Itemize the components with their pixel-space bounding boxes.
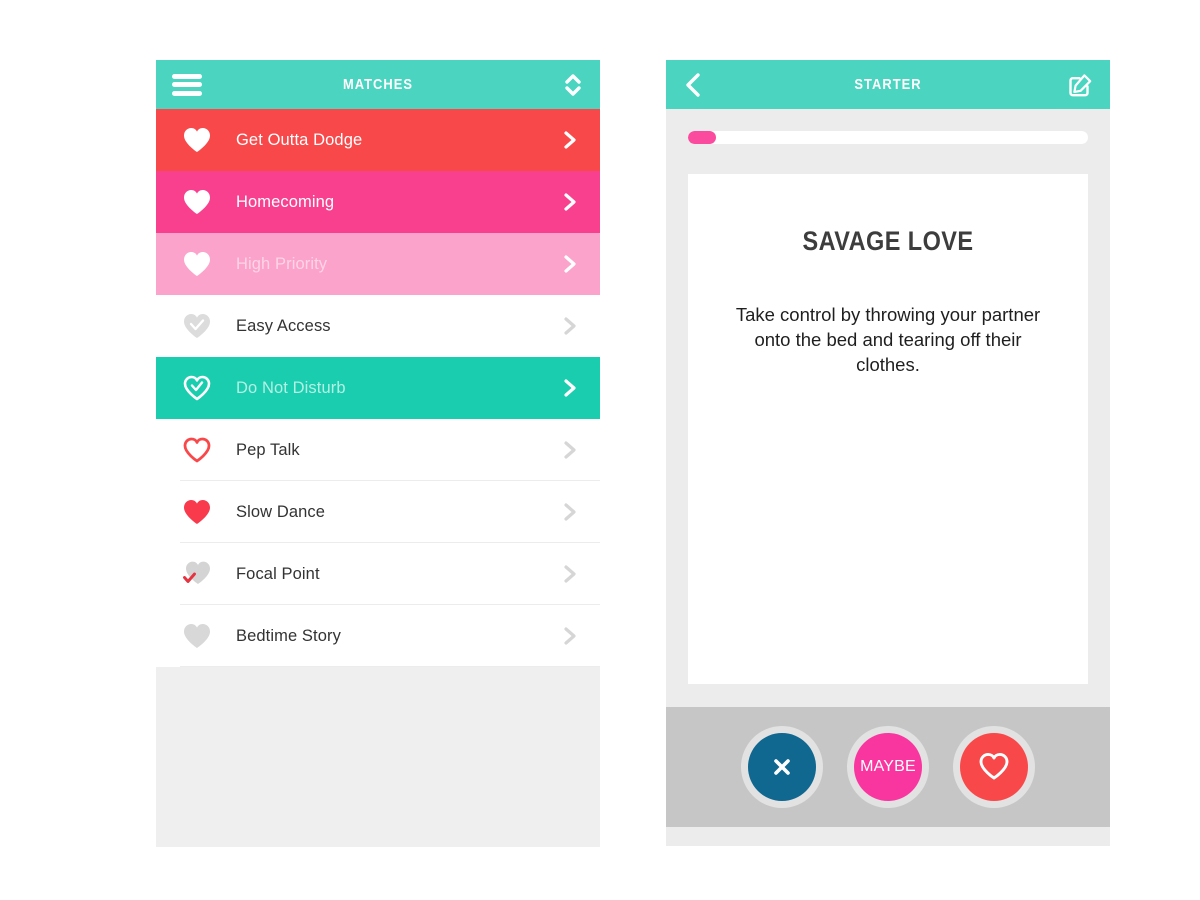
matches-screen: MATCHES Get Outta Dodge Homecoming High … [156, 60, 600, 847]
prompt-card: SAVAGE LOVE Take control by throwing you… [688, 174, 1088, 684]
solid-gray-heart-icon [180, 621, 214, 651]
list-item[interactable]: Easy Access [156, 295, 600, 357]
outline-red-heart-icon [180, 435, 214, 465]
starter-navbar: STARTER [666, 60, 1110, 109]
list-item-label: High Priority [236, 254, 328, 273]
progress-bar[interactable] [688, 131, 1088, 144]
hamburger-icon[interactable] [172, 73, 202, 96]
close-x-icon [774, 759, 790, 775]
maybe-button[interactable]: MAYBE [854, 733, 922, 801]
back-chevron-icon[interactable] [682, 71, 706, 99]
hamburger-bar [172, 90, 202, 96]
list-item[interactable]: Homecoming [156, 171, 600, 233]
compose-pencil-icon[interactable] [1068, 72, 1094, 98]
chevron-right-icon [562, 440, 578, 460]
list-item-label: Pep Talk [236, 440, 300, 459]
solid-red-heart-icon [180, 497, 214, 527]
solid-white-heart-icon [180, 125, 214, 155]
list-empty-area [156, 667, 600, 847]
list-item[interactable]: Focal Point [156, 543, 600, 605]
chevron-right-icon [562, 626, 578, 646]
list-item-label: Do Not Disturb [236, 378, 346, 397]
chevron-right-icon [562, 378, 578, 398]
list-item-label: Homecoming [236, 192, 335, 211]
list-item[interactable]: Get Outta Dodge [156, 109, 600, 171]
action-bar: MAYBE [666, 707, 1110, 827]
chevron-right-icon [562, 502, 578, 522]
outline-white-heart-check-icon [180, 373, 214, 403]
reject-button[interactable] [748, 733, 816, 801]
chevron-right-icon [562, 316, 578, 336]
list-item[interactable]: Bedtime Story [156, 605, 600, 667]
list-item-label: Get Outta Dodge [236, 130, 363, 149]
list-item-label: Focal Point [236, 564, 320, 583]
like-button[interactable] [960, 733, 1028, 801]
list-item-label: Bedtime Story [236, 626, 341, 645]
hamburger-bar [172, 73, 202, 79]
chevron-right-icon [562, 130, 578, 150]
gray-heart-check-icon [180, 311, 214, 341]
chevron-right-icon [562, 254, 578, 274]
matches-navbar: MATCHES [156, 60, 600, 109]
list-item[interactable]: Slow Dance [156, 481, 600, 543]
list-item-label: Slow Dance [236, 502, 326, 521]
list-item[interactable]: Pep Talk [156, 419, 600, 481]
matches-list: Get Outta Dodge Homecoming High Priority… [156, 109, 600, 667]
progress-area [666, 109, 1110, 144]
hamburger-bar [172, 82, 202, 87]
gray-heart-red-check-icon [180, 559, 214, 589]
solid-white-heart-icon [180, 249, 214, 279]
progress-fill [688, 131, 716, 144]
sort-updown-icon[interactable] [562, 72, 584, 98]
list-item-label: Easy Access [236, 316, 331, 335]
page-title: MATCHES [342, 76, 414, 93]
maybe-button-label: MAYBE [860, 758, 916, 775]
list-item[interactable]: Do Not Disturb [156, 357, 600, 419]
chevron-right-icon [562, 192, 578, 212]
chevron-right-icon [562, 564, 578, 584]
starter-screen: STARTER SAVAGE LOVE Take control by thro… [666, 60, 1110, 846]
card-body-text: Take control by throwing your partner on… [735, 304, 1041, 375]
list-item[interactable]: High Priority [156, 233, 600, 295]
card-title: SAVAGE LOVE [802, 226, 974, 256]
outline-heart-icon [979, 752, 1009, 780]
solid-white-heart-icon [180, 187, 214, 217]
page-title: STARTER [854, 76, 922, 93]
